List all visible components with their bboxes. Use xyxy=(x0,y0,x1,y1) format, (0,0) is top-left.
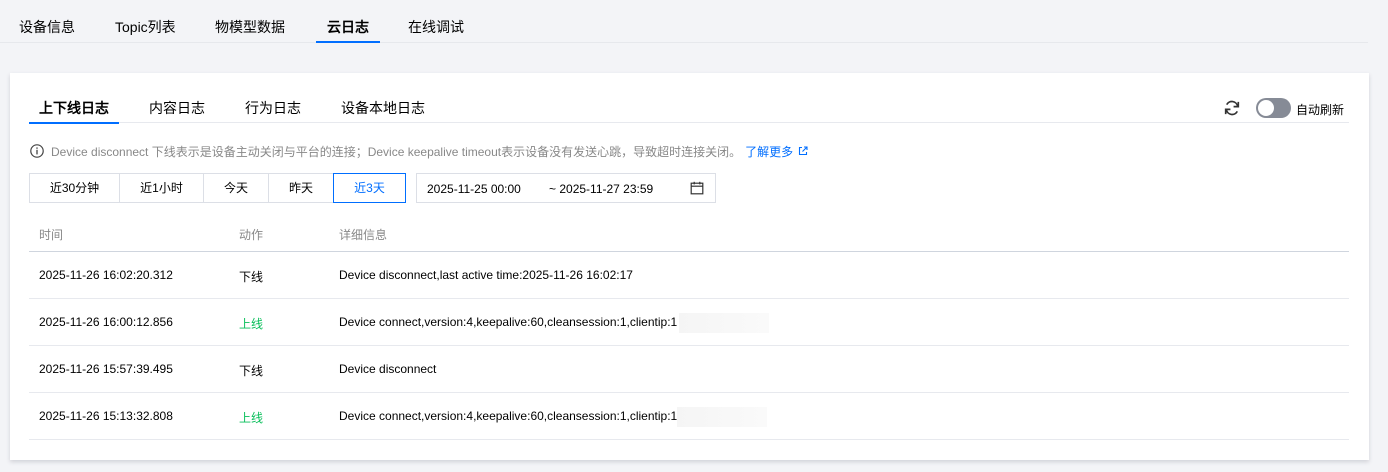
row-detail: Device connect,version:4,keepalive:60,cl… xyxy=(339,409,678,423)
table-row: 2025-11-26 15:57:39.495 下线 Device discon… xyxy=(29,346,1349,393)
row-time: 2025-11-26 15:13:32.808 xyxy=(39,409,173,423)
table-row: 2025-11-26 16:02:20.312 下线 Device discon… xyxy=(29,252,1349,299)
learn-more-link[interactable]: 了解更多 xyxy=(745,143,793,160)
header-action: 动作 xyxy=(239,228,264,242)
row-detail: Device connect,version:4,keepalive:60,cl… xyxy=(339,315,678,329)
date-range-picker[interactable]: 2025-11-25 00:00 ~ 2025-11-27 23:59 xyxy=(416,173,716,203)
info-icon xyxy=(30,144,44,158)
row-time: 2025-11-26 15:57:39.495 xyxy=(39,362,173,376)
top-tab-bar: 设备信息 Topic列表 物模型数据 云日志 在线调试 xyxy=(0,0,1368,43)
toggle-knob xyxy=(1258,100,1274,116)
row-action: 下线 xyxy=(239,270,264,284)
tab-content-log[interactable]: 内容日志 xyxy=(149,95,205,123)
date-start-value: 2025-11-25 00:00 xyxy=(427,182,521,196)
calendar-icon xyxy=(690,181,704,195)
time-range-selector: 近30分钟 近1小时 今天 昨天 近3天 xyxy=(29,173,406,203)
header-time: 时间 xyxy=(39,228,64,242)
row-action: 下线 xyxy=(239,364,264,378)
range-30min-button[interactable]: 近30分钟 xyxy=(29,173,120,203)
refresh-icon[interactable] xyxy=(1223,99,1241,117)
auto-refresh-toggle[interactable] xyxy=(1256,98,1291,118)
row-action: 上线 xyxy=(239,317,264,331)
table-header: 时间 动作 详细信息 xyxy=(29,214,1349,252)
tab-behavior-log[interactable]: 行为日志 xyxy=(245,95,301,123)
tab-thing-model-data[interactable]: 物模型数据 xyxy=(215,0,285,43)
notice-text: Device disconnect 下线表示是设备主动关闭与平台的连接；Devi… xyxy=(51,144,742,159)
tab-device-info[interactable]: 设备信息 xyxy=(19,0,75,43)
range-today-button[interactable]: 今天 xyxy=(203,173,269,203)
redacted-ip xyxy=(677,407,767,427)
tab-online-debug[interactable]: 在线调试 xyxy=(408,0,464,43)
tab-device-local-log[interactable]: 设备本地日志 xyxy=(341,95,425,123)
tab-cloud-log[interactable]: 云日志 xyxy=(316,0,380,43)
auto-refresh-label: 自动刷新 xyxy=(1296,103,1345,117)
external-link-icon[interactable] xyxy=(798,146,808,156)
row-detail: Device disconnect xyxy=(339,362,437,376)
log-card: 上下线日志 内容日志 行为日志 设备本地日志 自动刷新 Device disco… xyxy=(10,73,1369,460)
log-type-tab-bar: 上下线日志 内容日志 行为日志 设备本地日志 xyxy=(29,95,1349,124)
table-row: 2025-11-26 16:00:12.856 上线 Device connec… xyxy=(29,299,1349,346)
range-1hour-button[interactable]: 近1小时 xyxy=(119,173,204,203)
log-table: 时间 动作 详细信息 2025-11-26 16:02:20.312 下线 De… xyxy=(29,214,1349,440)
date-end-value: ~ 2025-11-27 23:59 xyxy=(549,182,654,196)
row-detail: Device disconnect,last active time:2025-… xyxy=(339,268,633,282)
info-notice: Device disconnect 下线表示是设备主动关闭与平台的连接；Devi… xyxy=(30,143,808,159)
table-row: 2025-11-26 15:13:32.808 上线 Device connec… xyxy=(29,393,1349,440)
row-action: 上线 xyxy=(239,411,264,425)
tab-online-offline-log[interactable]: 上下线日志 xyxy=(29,95,119,124)
row-time: 2025-11-26 16:02:20.312 xyxy=(39,268,173,282)
row-time: 2025-11-26 16:00:12.856 xyxy=(39,315,173,329)
tab-topic-list[interactable]: Topic列表 xyxy=(115,0,176,43)
range-yesterday-button[interactable]: 昨天 xyxy=(268,173,334,203)
range-3days-button[interactable]: 近3天 xyxy=(333,173,406,203)
header-detail: 详细信息 xyxy=(339,228,388,242)
redacted-ip xyxy=(679,313,769,333)
